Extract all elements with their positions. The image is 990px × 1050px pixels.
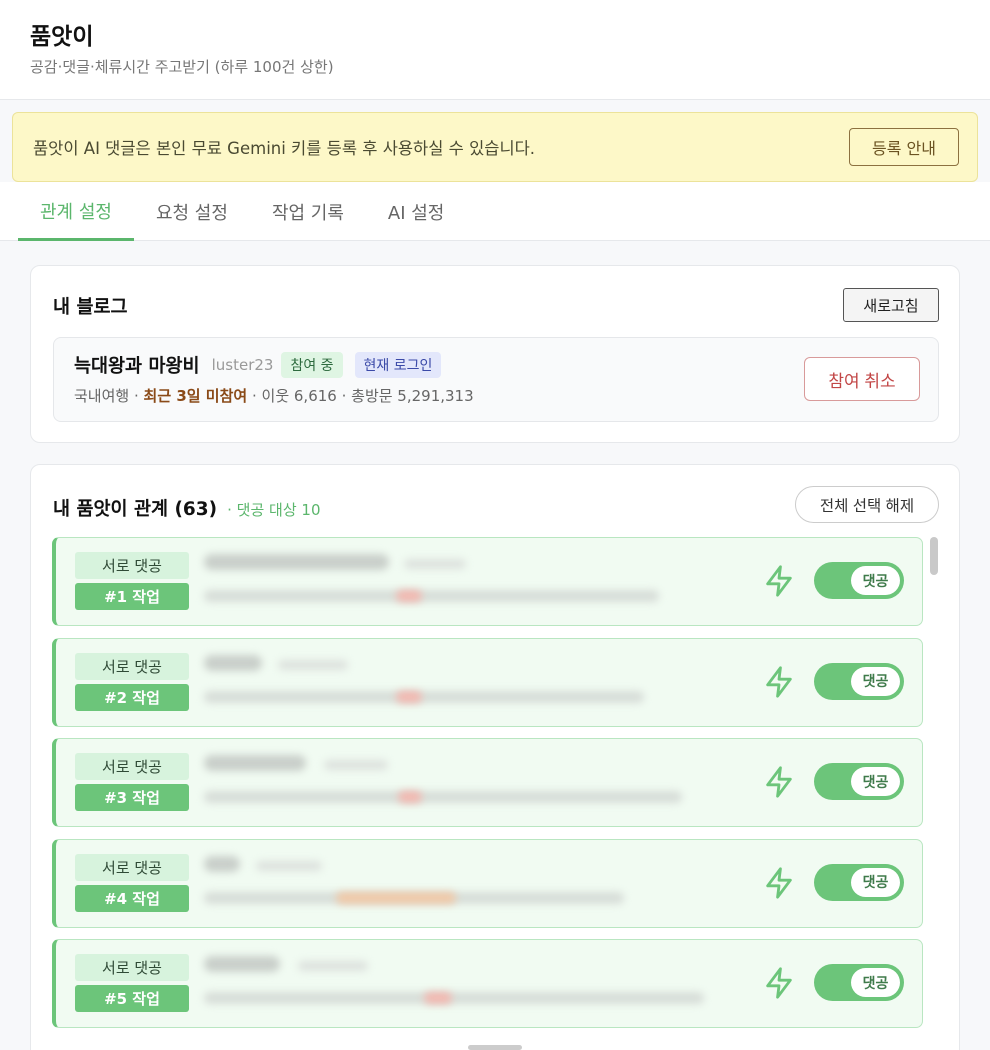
- blurred-status: [396, 690, 422, 703]
- register-guide-button[interactable]: 등록 안내: [849, 128, 959, 166]
- tab-requests[interactable]: 요청 설정: [134, 182, 250, 241]
- mutual-comment-badge: 서로 댓공: [75, 753, 189, 780]
- inactive-note: 최근 3일 미참여: [143, 387, 248, 405]
- bolt-icon[interactable]: [762, 665, 796, 699]
- mutual-comment-badge: 서로 댓공: [75, 853, 189, 881]
- blog-name: 늑대왕과 마왕비: [74, 356, 200, 377]
- toggle-knob: 댓공: [851, 666, 900, 696]
- comment-target-note: · 댓공 대상 10: [227, 501, 321, 519]
- meta-separator: ·: [247, 387, 262, 405]
- blurred-blog-meta: [204, 690, 644, 703]
- comment-toggle[interactable]: 댓공: [814, 562, 904, 599]
- list-scrollbar[interactable]: [930, 537, 938, 575]
- comment-toggle[interactable]: 댓공: [814, 863, 904, 901]
- relation-row[interactable]: 서로 댓공 #1 작업 댓공: [52, 537, 923, 626]
- relation-row[interactable]: 서로 댓공 #5 작업 댓공: [52, 939, 923, 1028]
- page-title: 품앗이: [30, 24, 94, 50]
- comment-toggle[interactable]: 댓공: [814, 763, 904, 800]
- relation-row[interactable]: 서로 댓공 #3 작업 댓공: [52, 738, 923, 827]
- page-subtitle: 공감·댓글·체류시간 주고받기 (하루 100건 상한): [30, 58, 334, 76]
- relations-card: 내 품앗이 관계 (63) · 댓공 대상 10 전체 선택 해제 서로 댓공 …: [30, 464, 960, 1050]
- blog-category: 국내여행: [74, 387, 130, 405]
- blurred-blog-name: [204, 855, 240, 872]
- toggle-knob: 댓공: [851, 767, 900, 796]
- blurred-status: [396, 590, 422, 602]
- blurred-blog-meta: [204, 590, 659, 602]
- meta-separator: ·: [336, 387, 352, 405]
- blurred-blog-id: [324, 760, 388, 770]
- blurred-blog-id: [256, 860, 322, 871]
- blurred-blog-name: [204, 956, 280, 972]
- notice-message: 품앗이 AI 댓글은 본인 무료 Gemini 키를 등록 후 사용하실 수 있…: [33, 139, 536, 158]
- my-blog-info: 늑대왕과 마왕비 luster23 참여 중 현재 로그인 국내여행 · 최근 …: [53, 337, 939, 422]
- deselect-all-button[interactable]: 전체 선택 해제: [795, 486, 939, 523]
- resize-handle[interactable]: [468, 1045, 522, 1050]
- relations-list: 서로 댓공 #1 작업 댓공 서로 댓공 #2 작업 댓공 서로 댓공 #3 작…: [52, 537, 924, 1040]
- toggle-knob: 댓공: [851, 867, 900, 897]
- tab-bar: 관계 설정 요청 설정 작업 기록 AI 설정: [0, 182, 990, 241]
- blurred-blog-meta: [204, 992, 704, 1004]
- blurred-blog-name: [204, 755, 306, 771]
- meta-separator: ·: [129, 387, 144, 405]
- page-header: 품앗이 공감·댓글·체류시간 주고받기 (하루 100건 상한): [0, 0, 990, 100]
- tab-history[interactable]: 작업 기록: [250, 182, 366, 241]
- blurred-blog-meta: [204, 791, 682, 803]
- blurred-status: [336, 891, 456, 904]
- participating-badge: 참여 중: [281, 352, 343, 378]
- blurred-blog-name: [204, 554, 389, 570]
- neighbor-count: 이웃 6,616: [261, 387, 337, 405]
- bolt-icon[interactable]: [762, 564, 796, 598]
- tab-relations[interactable]: 관계 설정: [18, 182, 134, 241]
- my-blog-card: 내 블로그 새로고침 늑대왕과 마왕비 luster23 참여 중 현재 로그인…: [30, 265, 960, 443]
- job-badge: #4 작업: [75, 884, 189, 912]
- relations-header: 내 품앗이 관계 (63) · 댓공 대상 10: [53, 495, 321, 521]
- relation-row[interactable]: 서로 댓공 #2 작업 댓공: [52, 637, 923, 727]
- total-visits: 총방문 5,291,313: [351, 387, 474, 405]
- gemini-key-notice: 품앗이 AI 댓글은 본인 무료 Gemini 키를 등록 후 사용하실 수 있…: [12, 112, 978, 182]
- refresh-button[interactable]: 새로고침: [843, 288, 939, 322]
- bolt-icon[interactable]: [762, 765, 796, 799]
- tab-ai-settings[interactable]: AI 설정: [366, 182, 466, 241]
- blurred-blog-id: [298, 961, 368, 971]
- comment-toggle[interactable]: 댓공: [814, 662, 904, 700]
- blog-id: luster23: [211, 356, 274, 374]
- job-badge: #5 작업: [75, 985, 189, 1012]
- mutual-comment-badge: 서로 댓공: [75, 954, 189, 981]
- toggle-knob: 댓공: [851, 968, 900, 997]
- blurred-blog-id: [404, 559, 466, 569]
- blurred-status: [398, 791, 422, 803]
- blurred-status: [424, 992, 452, 1004]
- blurred-blog-name: [204, 654, 262, 671]
- blurred-blog-id: [278, 659, 348, 670]
- relations-count: (63): [174, 499, 218, 520]
- job-badge: #2 작업: [75, 683, 189, 711]
- my-blog-title: 내 블로그: [53, 297, 128, 318]
- mutual-comment-badge: 서로 댓공: [75, 652, 189, 680]
- job-badge: #3 작업: [75, 784, 189, 811]
- current-login-badge: 현재 로그인: [354, 352, 442, 378]
- relations-title-text: 내 품앗이 관계: [53, 499, 169, 520]
- relations-title: 내 품앗이 관계 (63): [53, 495, 217, 521]
- comment-toggle[interactable]: 댓공: [814, 964, 904, 1001]
- job-badge: #1 작업: [75, 583, 189, 610]
- bolt-icon[interactable]: [762, 866, 796, 900]
- bolt-icon[interactable]: [762, 966, 796, 1000]
- relation-row[interactable]: 서로 댓공 #4 작업 댓공: [52, 838, 923, 928]
- blog-meta: 국내여행 · 최근 3일 미참여 · 이웃 6,616 · 총방문 5,291,…: [74, 385, 474, 406]
- leave-button[interactable]: 참여 취소: [804, 357, 920, 401]
- toggle-knob: 댓공: [851, 566, 900, 595]
- mutual-comment-badge: 서로 댓공: [75, 552, 189, 579]
